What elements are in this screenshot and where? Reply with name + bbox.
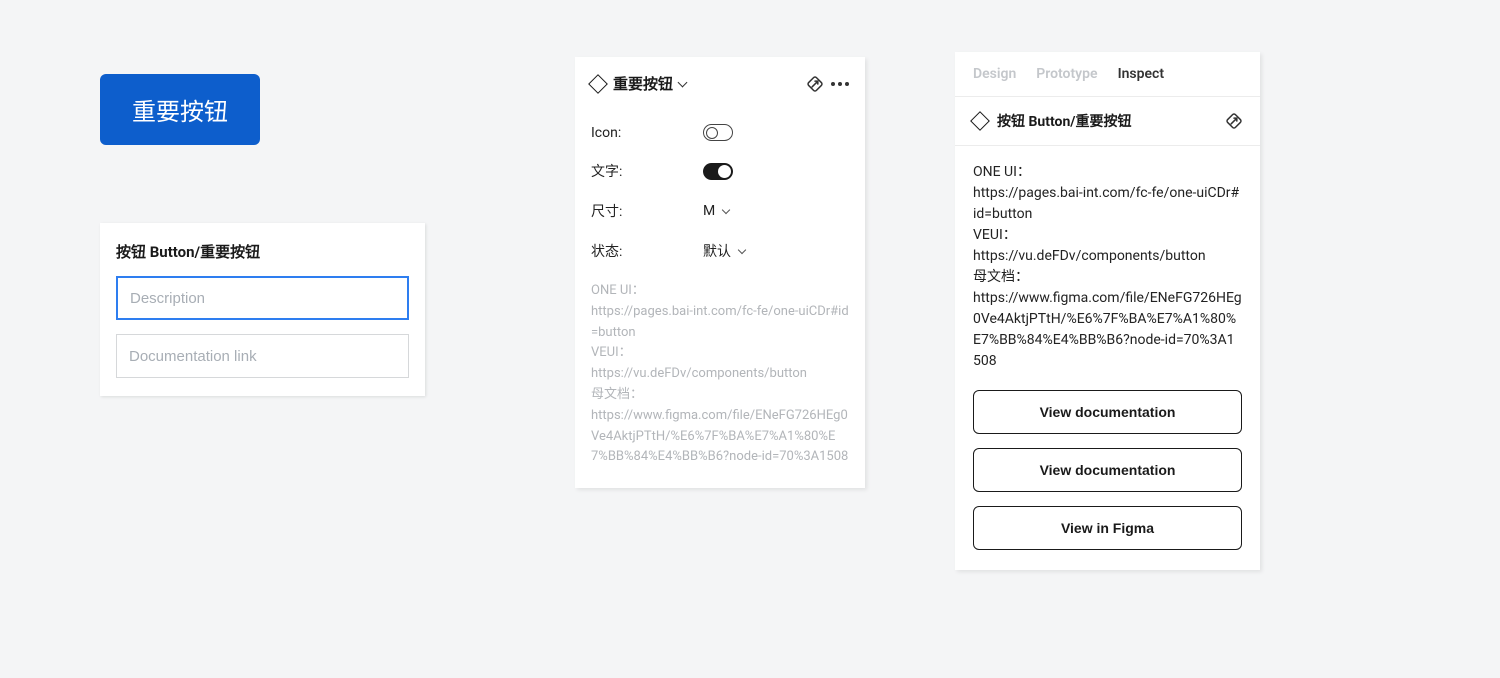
props-description: ONE UI： https://pages.bai-int.com/fc-fe/… xyxy=(591,281,849,468)
tab-design[interactable]: Design xyxy=(973,66,1016,82)
tab-inspect[interactable]: Inspect xyxy=(1118,66,1164,82)
inspect-header: 按钮 Button/重要按钮 xyxy=(955,97,1260,146)
props-title[interactable]: 重要按钮 xyxy=(613,73,799,94)
more-menu-icon[interactable] xyxy=(831,82,849,86)
description-input[interactable] xyxy=(116,276,409,320)
prop-label: 文字: xyxy=(591,161,703,181)
status-value: 默认 xyxy=(703,241,731,261)
chevron-down-icon xyxy=(738,246,746,254)
inspect-title: 按钮 Button/重要按钮 xyxy=(997,111,1216,131)
prop-row-text: 文字: xyxy=(591,151,849,191)
inspect-body: ONE UI： https://pages.bai-int.com/fc-fe/… xyxy=(955,146,1260,570)
component-properties-panel: 重要按钮 Icon: 文字: 尺寸: M 状态: 默认 xyxy=(575,57,865,488)
prop-label: 状态: xyxy=(591,241,703,261)
inspect-panel: Design Prototype Inspect 按钮 Button/重要按钮 … xyxy=(955,52,1260,570)
prop-row-icon: Icon: xyxy=(591,114,849,151)
chevron-down-icon xyxy=(722,206,730,214)
prop-row-size: 尺寸: M xyxy=(591,191,849,231)
size-select[interactable]: M xyxy=(703,203,729,219)
view-documentation-button[interactable]: View documentation xyxy=(973,448,1242,492)
component-icon xyxy=(588,74,608,94)
goto-component-icon[interactable] xyxy=(1223,110,1246,133)
chevron-down-icon xyxy=(678,78,688,88)
props-title-text: 重要按钮 xyxy=(613,73,673,94)
prop-label: Icon: xyxy=(591,125,703,141)
size-value: M xyxy=(703,203,715,219)
detach-icon[interactable] xyxy=(804,72,827,95)
icon-toggle[interactable] xyxy=(703,124,733,141)
component-icon xyxy=(970,111,990,131)
prop-label: 尺寸: xyxy=(591,201,703,221)
status-select[interactable]: 默认 xyxy=(703,241,745,261)
text-toggle[interactable] xyxy=(703,163,733,180)
view-documentation-button[interactable]: View documentation xyxy=(973,390,1242,434)
props-header: 重要按钮 xyxy=(591,73,849,94)
prop-row-status: 状态: 默认 xyxy=(591,231,849,271)
inspect-description: ONE UI： https://pages.bai-int.com/fc-fe/… xyxy=(973,162,1242,372)
tab-prototype[interactable]: Prototype xyxy=(1036,66,1097,82)
component-title: 按钮 Button/重要按钮 xyxy=(116,241,409,262)
inspect-tabs: Design Prototype Inspect xyxy=(955,52,1260,97)
view-in-figma-button[interactable]: View in Figma xyxy=(973,506,1242,550)
primary-button[interactable]: 重要按钮 xyxy=(100,74,260,145)
component-description-card: 按钮 Button/重要按钮 xyxy=(100,223,425,396)
documentation-link-input[interactable] xyxy=(116,334,409,378)
